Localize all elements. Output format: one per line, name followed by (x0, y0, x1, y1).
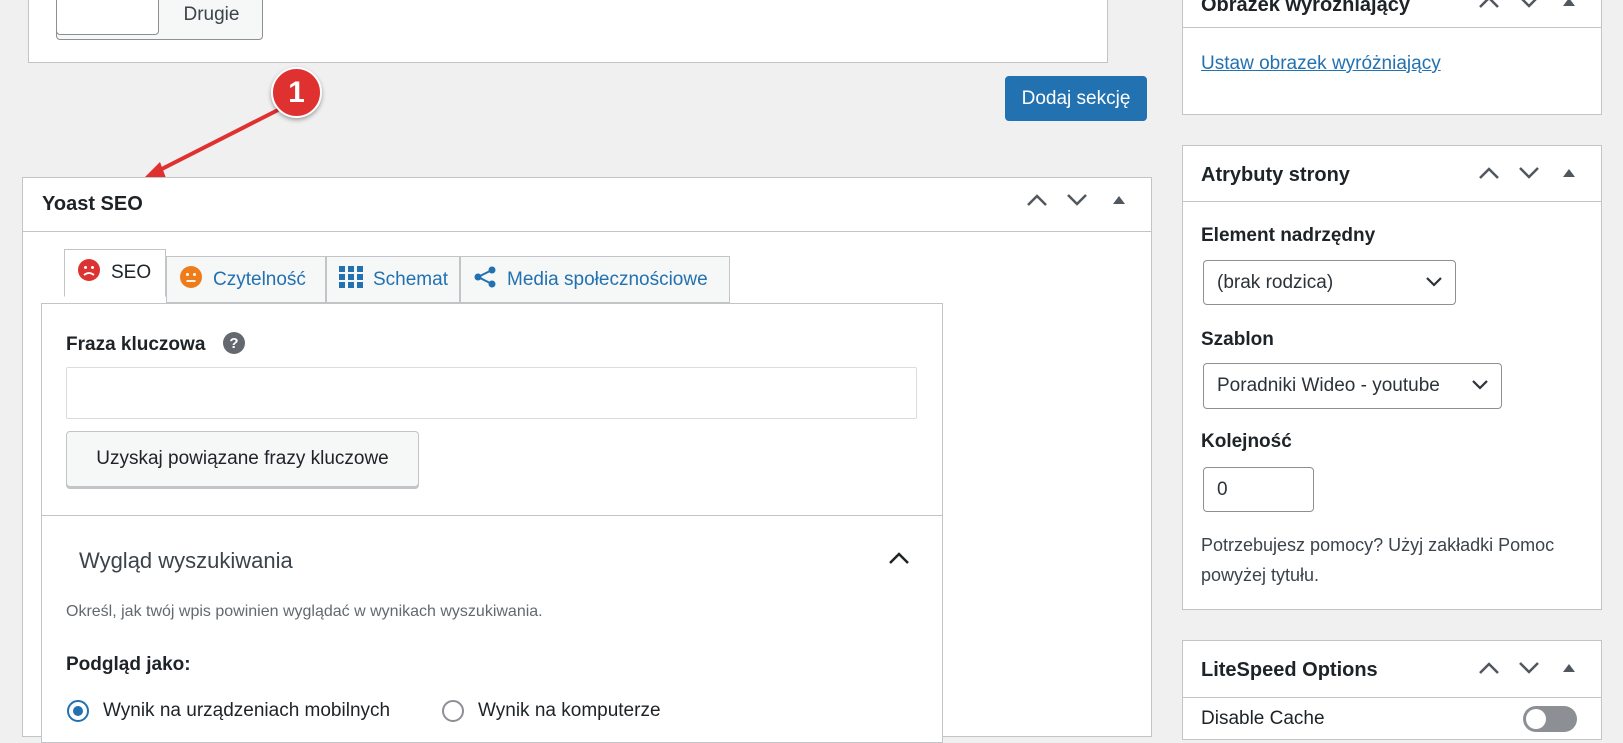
search-appearance-title: Wygląd wyszukiwania (79, 548, 293, 573)
section-second-label: Drugie (183, 4, 240, 25)
chevron-down-icon[interactable] (1518, 0, 1540, 9)
disable-cache-toggle[interactable] (1523, 706, 1577, 732)
yoast-panel-title: Yoast SEO (42, 193, 143, 215)
tab-social-label: Media społecznościowe (507, 268, 708, 290)
neutral-face-icon (179, 265, 203, 295)
collapse-triangle-icon[interactable] (1562, 663, 1576, 673)
page-attributes-header-divider (1183, 201, 1601, 202)
tab-social[interactable]: Media społecznościowe (460, 256, 730, 303)
radio-desktop-label: Wynik na komputerze (478, 700, 661, 721)
chevron-up-icon[interactable] (888, 551, 910, 570)
chevron-up-icon[interactable] (1478, 661, 1500, 675)
litespeed-title: LiteSpeed Options (1201, 659, 1378, 681)
sad-face-icon (77, 258, 101, 288)
tab-readability[interactable]: Czytelność (166, 256, 326, 303)
tab-schema[interactable]: Schemat (326, 256, 460, 303)
featured-image-header-divider (1183, 27, 1601, 28)
template-label: Szablon (1201, 329, 1274, 350)
chevron-down-icon (1425, 272, 1443, 294)
chevron-up-icon[interactable] (1026, 193, 1048, 207)
radio-mobile-label: Wynik na urządzeniach mobilnych (103, 700, 391, 721)
radio-desktop[interactable] (442, 700, 464, 722)
chevron-down-icon[interactable] (1518, 166, 1540, 180)
chevron-up-icon[interactable] (1478, 0, 1500, 9)
tab-readability-label: Czytelność (213, 268, 306, 290)
collapse-triangle-icon[interactable] (1112, 195, 1126, 205)
add-section-button[interactable]: Dodaj sekcję (1005, 76, 1147, 121)
chevron-down-icon[interactable] (1066, 193, 1088, 207)
radio-mobile[interactable] (67, 700, 89, 722)
section-input[interactable] (56, 0, 159, 35)
template-select-value: Poradniki Wideo - youtube (1217, 375, 1440, 396)
featured-image-title: Obrazek wyróżniający (1201, 0, 1410, 16)
yoast-panel-controls (1026, 193, 1126, 207)
grid-icon (339, 265, 363, 294)
tab-seo-label: SEO (111, 262, 152, 283)
litespeed-header-divider (1183, 697, 1601, 698)
keyphrase-label: Fraza kluczowa (66, 334, 206, 355)
featured-image-controls (1478, 0, 1576, 9)
chevron-down-icon (1471, 375, 1489, 397)
preview-label: Podgląd jako: (66, 654, 191, 675)
page-attributes-help-text: Potrzebujesz pomocy? Użyj zakładki Pomoc… (1201, 535, 1555, 585)
litespeed-controls (1478, 661, 1576, 675)
tab-schema-label: Schemat (373, 268, 448, 290)
set-featured-image-link[interactable]: Ustaw obrazek wyróżniający (1201, 53, 1441, 75)
parent-label: Element nadrzędny (1201, 225, 1376, 246)
collapse-triangle-icon[interactable] (1562, 0, 1576, 7)
search-appearance-description: Określ, jak twój wpis powinien wyglądać … (66, 603, 543, 620)
disable-cache-label: Disable Cache (1201, 708, 1325, 729)
related-keyphrases-button[interactable]: Uzyskaj powiązane frazy kluczowe (66, 431, 419, 487)
template-select[interactable]: Poradniki Wideo - youtube (1203, 363, 1502, 409)
keyphrase-input[interactable] (66, 367, 917, 419)
share-icon (473, 265, 497, 295)
yoast-header-divider (23, 231, 1151, 232)
collapse-triangle-icon[interactable] (1562, 168, 1576, 178)
page-attributes-title: Atrybuty strony (1201, 164, 1350, 186)
chevron-down-icon[interactable] (1518, 661, 1540, 675)
chevron-up-icon[interactable] (1478, 166, 1500, 180)
annotation-marker: 1 (271, 67, 322, 118)
order-input[interactable] (1203, 467, 1314, 512)
order-label: Kolejność (1201, 431, 1292, 452)
help-icon[interactable]: ? (223, 332, 245, 354)
parent-select-value: (brak rodzica) (1217, 271, 1334, 293)
tab-seo[interactable]: SEO (64, 249, 166, 297)
parent-select[interactable]: (brak rodzica) (1203, 260, 1456, 305)
page-attributes-controls (1478, 166, 1576, 180)
section-divider (42, 515, 942, 516)
